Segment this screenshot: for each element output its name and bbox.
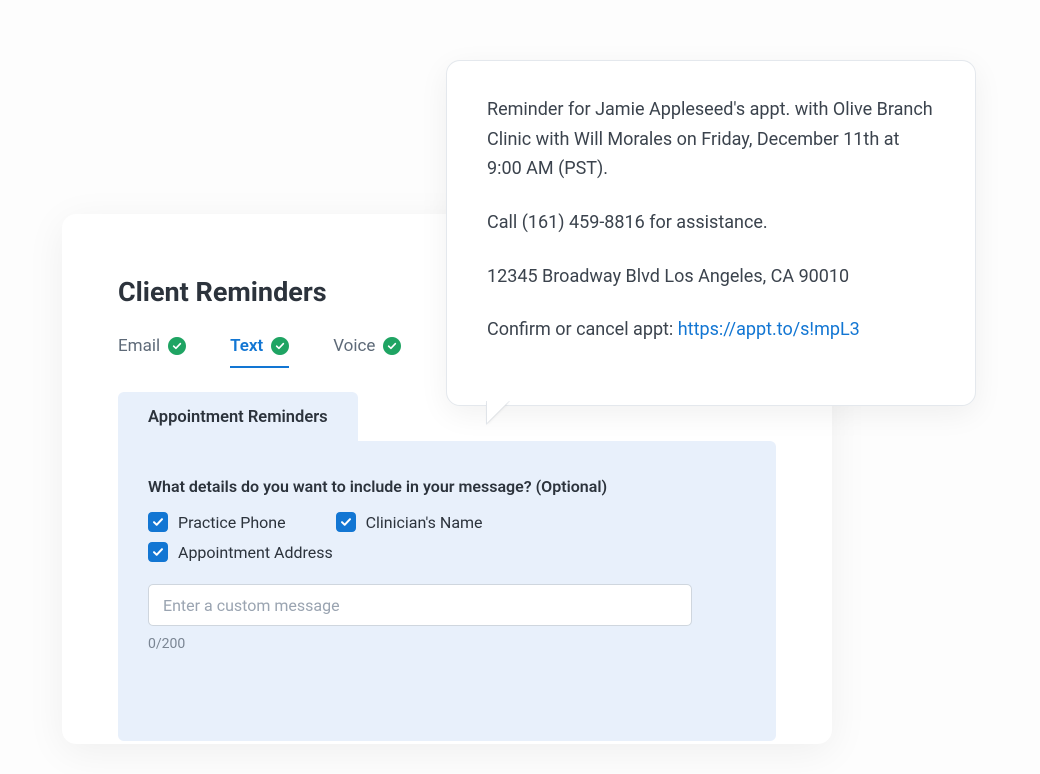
check-icon: [271, 337, 289, 355]
panel-body: What details do you want to include in y…: [118, 441, 776, 656]
custom-message-placeholder: Enter a custom message: [163, 596, 340, 615]
checkbox-checked-icon: [148, 542, 168, 562]
checkbox-label: Clinician's Name: [366, 513, 483, 532]
preview-line-2: Call (161) 459-8816 for assistance.: [487, 208, 935, 238]
tab-text-label: Text: [230, 336, 263, 356]
preview-line-1: Reminder for Jamie Appleseed's appt. wit…: [487, 95, 935, 184]
reminders-panel: What details do you want to include in y…: [118, 441, 776, 741]
checkbox-checked-icon: [148, 512, 168, 532]
checkbox-label: Practice Phone: [178, 513, 286, 532]
check-icon: [168, 337, 186, 355]
checkbox-clinicians-name[interactable]: Clinician's Name: [336, 512, 483, 532]
preview-line-4: Confirm or cancel appt: https://appt.to/…: [487, 315, 935, 345]
tab-voice[interactable]: Voice: [333, 336, 401, 368]
tab-email-label: Email: [118, 336, 160, 356]
char-counter: 0/200: [148, 636, 746, 652]
custom-message-input[interactable]: Enter a custom message: [148, 584, 692, 626]
checkbox-label: Appointment Address: [178, 543, 333, 562]
tab-email[interactable]: Email: [118, 336, 186, 368]
reminders-panel-wrapper: Appointment Reminders What details do yo…: [118, 392, 776, 741]
checkbox-practice-phone[interactable]: Practice Phone: [148, 512, 286, 532]
panel-tab-appointment-reminders[interactable]: Appointment Reminders: [118, 392, 358, 441]
checkbox-appointment-address[interactable]: Appointment Address: [148, 542, 746, 562]
preview-link-prefix: Confirm or cancel appt:: [487, 319, 678, 340]
message-preview-bubble: Reminder for Jamie Appleseed's appt. wit…: [446, 60, 976, 406]
checkbox-checked-icon: [336, 512, 356, 532]
preview-link[interactable]: https://appt.to/s!mpL3: [678, 319, 860, 340]
tab-text[interactable]: Text: [230, 336, 289, 368]
checkbox-group: Practice Phone Clinician's Name Appointm…: [148, 512, 746, 562]
bubble-tail: [487, 401, 509, 423]
details-question: What details do you want to include in y…: [148, 477, 746, 496]
preview-line-3: 12345 Broadway Blvd Los Angeles, CA 9001…: [487, 262, 935, 292]
tab-voice-label: Voice: [333, 336, 375, 356]
check-icon: [383, 337, 401, 355]
